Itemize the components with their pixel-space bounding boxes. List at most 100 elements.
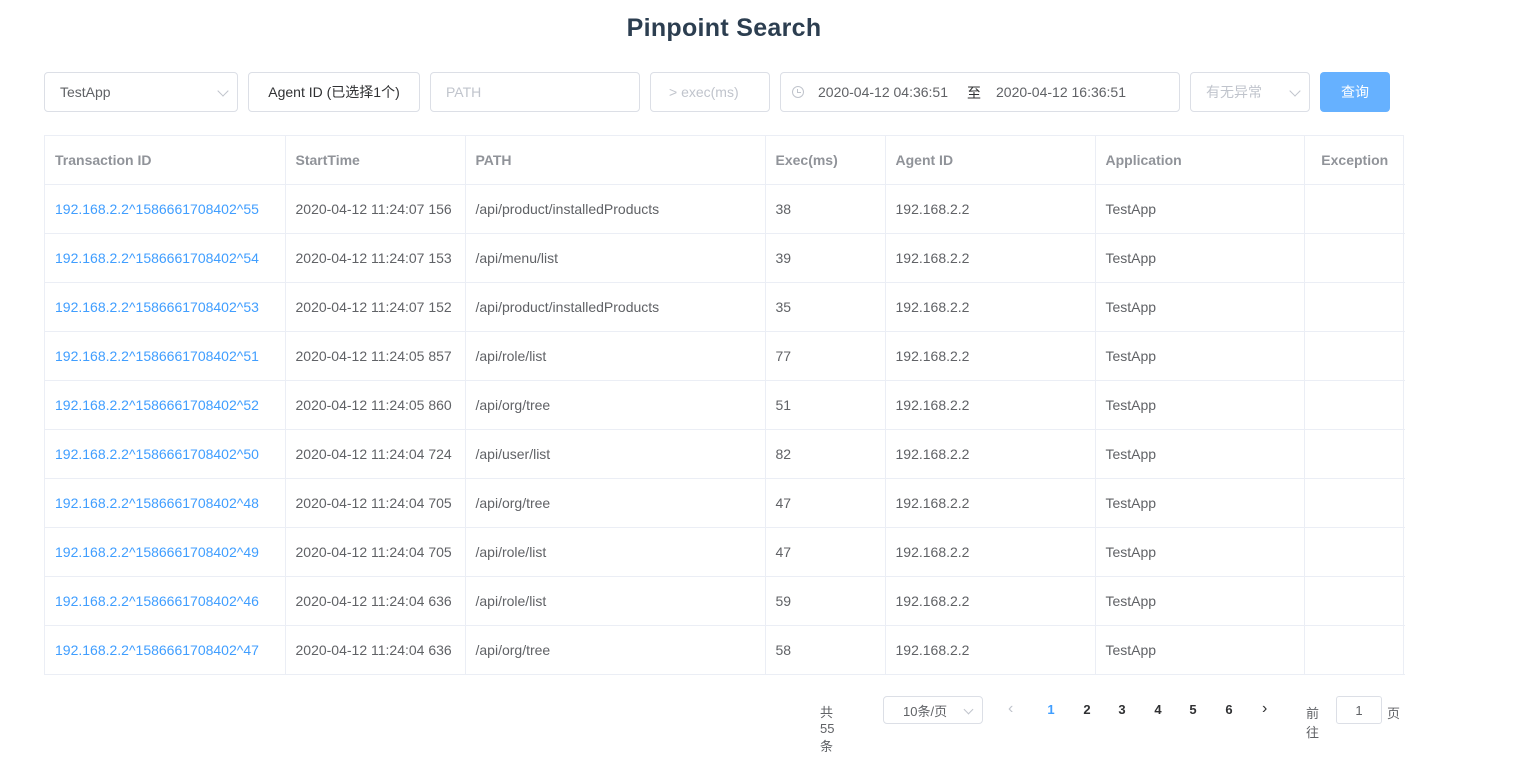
exec-cell: 77: [765, 331, 886, 381]
start-time-cell: 2020-04-12 11:24:04 705: [285, 478, 466, 528]
transaction-id-link[interactable]: 192.168.2.2^1586661708402^49: [45, 527, 286, 577]
agent-id-cell: 192.168.2.2: [885, 282, 1096, 332]
date-range-start[interactable]: 2020-04-12 04:36:51: [818, 84, 948, 100]
path-cell: /api/product/installedProducts: [465, 184, 766, 234]
application-cell: TestApp: [1095, 576, 1305, 626]
path-cell: /api/user/list: [465, 429, 766, 479]
path-cell: /api/role/list: [465, 331, 766, 381]
exception-cell: [1304, 527, 1405, 577]
chevron-left-icon[interactable]: ‹: [1008, 700, 1013, 718]
start-time-cell: 2020-04-12 11:24:07 156: [285, 184, 466, 234]
transaction-id-link[interactable]: 192.168.2.2^1586661708402^47: [45, 625, 286, 675]
path-cell: /api/org/tree: [465, 625, 766, 675]
table-row[interactable]: 192.168.2.2^1586661708402^52 2020-04-12 1…: [45, 380, 1405, 430]
date-range-picker[interactable]: 2020-04-12 04:36:51 至 2020-04-12 16:36:5…: [780, 72, 1180, 112]
page-number-4[interactable]: 4: [1148, 702, 1168, 717]
start-time-cell: 2020-04-12 11:24:05 857: [285, 331, 466, 381]
application-cell: TestApp: [1095, 429, 1305, 479]
exec-cell: 51: [765, 380, 886, 430]
date-range-separator: 至: [967, 85, 981, 101]
exception-select[interactable]: 有无异常: [1190, 72, 1310, 112]
page-number-6[interactable]: 6: [1219, 702, 1239, 717]
exec-time-input[interactable]: > exec(ms): [650, 72, 770, 112]
transaction-id-link[interactable]: 192.168.2.2^1586661708402^51: [45, 331, 286, 381]
start-time-cell: 2020-04-12 11:24:07 153: [285, 233, 466, 283]
start-time-cell: 2020-04-12 11:24:04 724: [285, 429, 466, 479]
transaction-id-link[interactable]: 192.168.2.2^1586661708402^46: [45, 576, 286, 626]
page-size-select[interactable]: 10条/页: [883, 696, 983, 724]
application-cell: TestApp: [1095, 233, 1305, 283]
exec-cell: 39: [765, 233, 886, 283]
path-input-placeholder: PATH: [446, 84, 482, 100]
transaction-id-link[interactable]: 192.168.2.2^1586661708402^54: [45, 233, 286, 283]
table-row[interactable]: 192.168.2.2^1586661708402^49 2020-04-12 1…: [45, 527, 1405, 577]
goto-suffix: 页: [1387, 706, 1401, 721]
page-title: Pinpoint Search: [626, 14, 822, 42]
agent-id-cell: 192.168.2.2: [885, 233, 1096, 283]
application-select-value: TestApp: [60, 84, 111, 100]
exception-cell: [1304, 233, 1405, 283]
exec-cell: 38: [765, 184, 886, 234]
chevron-right-icon[interactable]: ›: [1262, 700, 1267, 718]
query-button[interactable]: 查询: [1320, 72, 1390, 112]
page-number-3[interactable]: 3: [1112, 702, 1132, 717]
exception-cell: [1304, 429, 1405, 479]
exception-cell: [1304, 380, 1405, 430]
column-header-exec[interactable]: Exec(ms): [765, 136, 886, 185]
chevron-down-icon: [963, 704, 974, 715]
table-row[interactable]: 192.168.2.2^1586661708402^51 2020-04-12 1…: [45, 331, 1405, 381]
application-cell: TestApp: [1095, 527, 1305, 577]
table-row[interactable]: 192.168.2.2^1586661708402^55 2020-04-12 1…: [45, 184, 1405, 234]
goto-label: 前往: [1306, 706, 1320, 740]
path-cell: /api/product/installedProducts: [465, 282, 766, 332]
start-time-cell: 2020-04-12 11:24:07 152: [285, 282, 466, 332]
agent-id-cell: 192.168.2.2: [885, 429, 1096, 479]
table-row[interactable]: 192.168.2.2^1586661708402^54 2020-04-12 1…: [45, 233, 1405, 283]
start-time-cell: 2020-04-12 11:24:05 860: [285, 380, 466, 430]
exec-cell: 82: [765, 429, 886, 479]
path-cell: /api/menu/list: [465, 233, 766, 283]
column-header-agent-id[interactable]: Agent ID: [885, 136, 1096, 185]
application-select[interactable]: TestApp: [44, 72, 238, 112]
goto-page-input[interactable]: [1336, 696, 1382, 724]
table-row[interactable]: 192.168.2.2^1586661708402^46 2020-04-12 1…: [45, 576, 1405, 626]
exec-cell: 35: [765, 282, 886, 332]
column-header-application[interactable]: Application: [1095, 136, 1305, 185]
agent-id-button[interactable]: Agent ID (已选择1个): [248, 72, 420, 112]
transaction-id-link[interactable]: 192.168.2.2^1586661708402^53: [45, 282, 286, 332]
path-cell: /api/role/list: [465, 527, 766, 577]
agent-id-cell: 192.168.2.2: [885, 331, 1096, 381]
table-body: 192.168.2.2^1586661708402^55 2020-04-12 1…: [45, 184, 1405, 675]
application-cell: TestApp: [1095, 184, 1305, 234]
page-number-5[interactable]: 5: [1183, 702, 1203, 717]
exec-cell: 47: [765, 478, 886, 528]
column-header-path[interactable]: PATH: [465, 136, 766, 185]
transaction-id-link[interactable]: 192.168.2.2^1586661708402^50: [45, 429, 286, 479]
exec-cell: 59: [765, 576, 886, 626]
page-number-2[interactable]: 2: [1077, 702, 1097, 717]
exception-cell: [1304, 478, 1405, 528]
table-row[interactable]: 192.168.2.2^1586661708402^53 2020-04-12 1…: [45, 282, 1405, 332]
exception-cell: [1304, 625, 1405, 675]
transactions-table: Transaction ID StartTime PATH Exec(ms) A…: [44, 135, 1405, 675]
exec-cell: 58: [765, 625, 886, 675]
column-header-transaction-id[interactable]: Transaction ID: [45, 136, 286, 185]
table-row[interactable]: 192.168.2.2^1586661708402^50 2020-04-12 1…: [45, 429, 1405, 479]
table-header-row: Transaction ID StartTime PATH Exec(ms) A…: [45, 136, 1405, 185]
application-cell: TestApp: [1095, 478, 1305, 528]
column-header-exception[interactable]: Exception: [1304, 136, 1405, 185]
table-row[interactable]: 192.168.2.2^1586661708402^48 2020-04-12 1…: [45, 478, 1405, 528]
path-input[interactable]: PATH: [430, 72, 640, 112]
page-number-1[interactable]: 1: [1041, 702, 1061, 717]
table-row[interactable]: 192.168.2.2^1586661708402^47 2020-04-12 1…: [45, 625, 1405, 675]
date-range-end[interactable]: 2020-04-12 16:36:51: [996, 84, 1126, 100]
transaction-id-link[interactable]: 192.168.2.2^1586661708402^48: [45, 478, 286, 528]
path-cell: /api/org/tree: [465, 380, 766, 430]
chevron-down-icon: [1289, 85, 1301, 97]
column-header-start-time[interactable]: StartTime: [285, 136, 466, 185]
exception-select-placeholder: 有无异常: [1206, 84, 1262, 100]
transaction-id-link[interactable]: 192.168.2.2^1586661708402^55: [45, 184, 286, 234]
transaction-id-link[interactable]: 192.168.2.2^1586661708402^52: [45, 380, 286, 430]
pagination-total: 共 55 条: [820, 705, 835, 754]
path-cell: /api/org/tree: [465, 478, 766, 528]
